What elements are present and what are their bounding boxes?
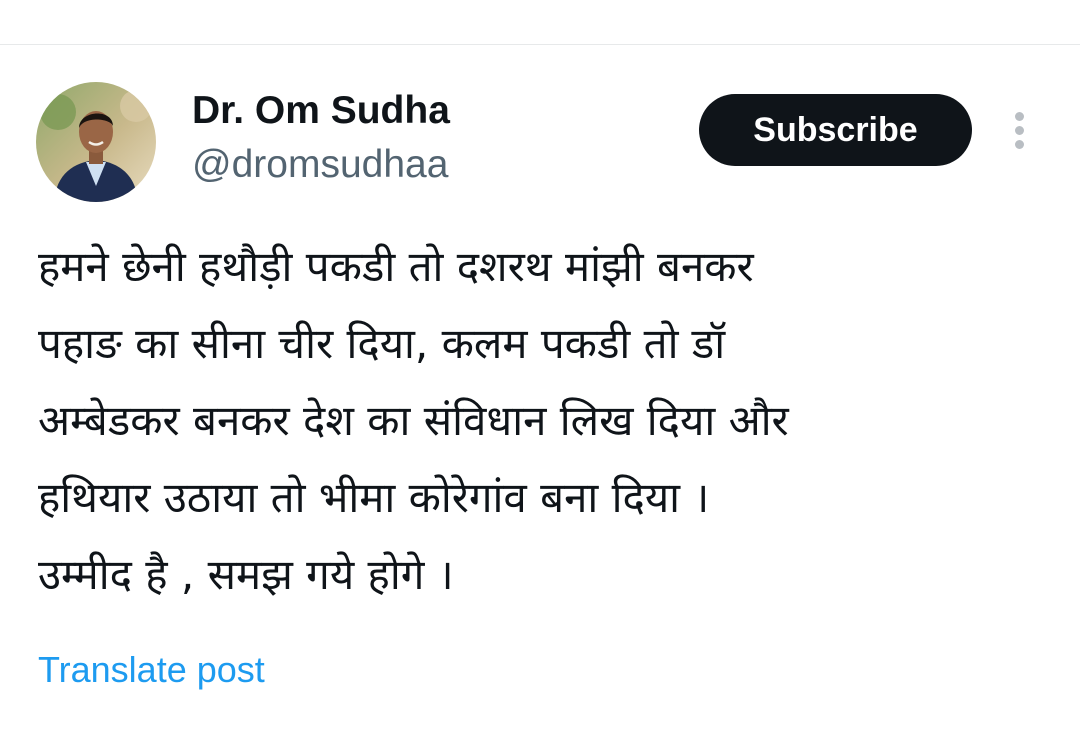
top-divider <box>0 44 1080 45</box>
translate-post-link[interactable]: Translate post <box>38 648 265 692</box>
tweet-line: हथियार उठाया तो भीमा कोरेगांव बना दिया । <box>38 473 710 522</box>
author-handle[interactable]: @dromsudhaa <box>192 142 448 188</box>
tweet-line: पहाङ का सीना चीर दिया, कलम पकडी तो डॉ <box>38 319 726 368</box>
avatar[interactable] <box>36 82 156 202</box>
tweet-text: हमने छेनी हथौड़ी पकडी तो दशरथ मांझी बनकर… <box>38 228 1048 613</box>
author-name[interactable]: Dr. Om Sudha <box>192 88 450 134</box>
tweet-line: उम्मीद है , समझ गये होगे । <box>38 550 454 599</box>
subscribe-button[interactable]: Subscribe <box>699 94 972 166</box>
more-dot <box>1015 112 1024 121</box>
avatar-photo <box>36 82 156 202</box>
more-dot <box>1015 140 1024 149</box>
more-options-button[interactable] <box>1003 108 1037 152</box>
more-dot <box>1015 126 1024 135</box>
tweet-line: अम्बेडकर बनकर देश का संविधान लिख दिया और <box>38 396 789 445</box>
tweet-line: हमने छेनी हथौड़ी पकडी तो दशरथ मांझी बनकर <box>38 242 754 291</box>
